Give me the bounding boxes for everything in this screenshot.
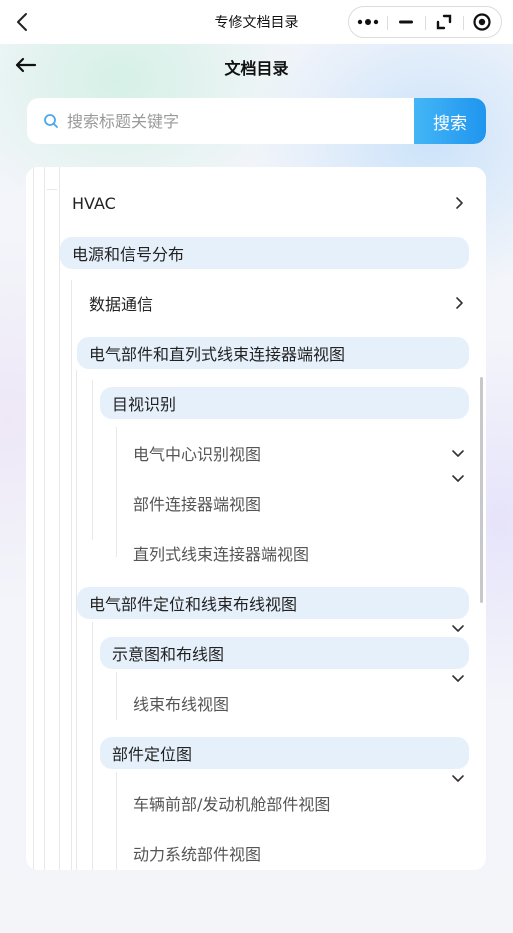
tree-guide-line (116, 427, 117, 557)
chevron-down-icon[interactable] (451, 771, 465, 785)
tree-item-label: 数据通信 (89, 295, 154, 314)
tree-item-connector-views[interactable]: 电气部件和直列式线束连接器端视图 (77, 337, 469, 369)
top-bar: 专修文档目录 (0, 0, 513, 44)
close-button[interactable] (463, 7, 501, 37)
tree-item-component-connector-views[interactable]: 部件连接器端视图 (121, 487, 469, 519)
tree-item-inline-connector-views[interactable]: 直列式线束连接器端视图 (121, 537, 469, 569)
scrollbar[interactable] (480, 377, 483, 603)
tree-item-label: 动力系统部件视图 (133, 845, 262, 864)
restore-button[interactable] (425, 7, 463, 37)
tree-item-label: 线束布线视图 (133, 695, 230, 714)
tree-guide-line (116, 672, 117, 720)
tree-item-component-locator[interactable]: 部件定位图 (100, 737, 469, 769)
chevron-right-icon (456, 297, 463, 309)
tree-guide-line (76, 370, 77, 870)
tree-item-data-comm[interactable]: 数据通信 (77, 287, 470, 319)
tree-item-visual-id[interactable]: 目视识别 (100, 387, 469, 419)
more-dots-icon (357, 19, 379, 25)
tree-item-label: 电气部件定位和线束布线视图 (89, 595, 298, 614)
chevron-down-icon[interactable] (451, 471, 465, 485)
tree-guide-line (71, 280, 72, 870)
tree-guide-line (92, 622, 93, 870)
tree-item-label: 电气中心识别视图 (133, 445, 262, 464)
tree-item-label: 部件定位图 (112, 745, 193, 764)
tree-item-front-engine-views[interactable]: 车辆前部/发动机舱部件视图 (121, 787, 469, 819)
tree-item-center-id-views[interactable]: 电气中心识别视图 (121, 437, 469, 469)
bottom-spacer (0, 870, 513, 933)
search-button[interactable]: 搜索 (414, 98, 486, 144)
document-tree: HVAC 电源和信号分布 数据通信 电气部件和直列式线束连接器端视图 目视识别 … (26, 167, 486, 870)
more-button[interactable] (349, 7, 387, 37)
minimize-icon (399, 20, 413, 24)
mini-program-capsule (348, 6, 502, 38)
restore-icon (436, 14, 452, 30)
tree-guide-line (44, 167, 45, 870)
search-bar: 搜索 (27, 98, 486, 144)
tree-item-hvac[interactable]: HVAC (72, 187, 470, 219)
tree-item-label: 直列式线束连接器端视图 (133, 545, 310, 564)
minimize-button[interactable] (387, 7, 425, 37)
tree-guide-line (92, 380, 93, 540)
tree-item-label: 电源和信号分布 (72, 245, 185, 264)
search-icon (44, 114, 58, 128)
tree-guide-tick (47, 189, 57, 190)
tree-item-label: 目视识别 (112, 395, 177, 414)
chevron-right-icon (456, 197, 463, 209)
tree-item-label: 示意图和布线图 (112, 645, 225, 664)
chevron-down-icon[interactable] (451, 671, 465, 685)
tree-item-label: HVAC (72, 193, 116, 213)
tree-guide-line (116, 772, 117, 870)
search-input[interactable] (67, 98, 437, 144)
tree-item-powertrain-views[interactable]: 动力系统部件视图 (121, 837, 469, 869)
tree-item-component-location[interactable]: 电气部件定位和线束布线视图 (77, 587, 469, 619)
tree-item-label: 部件连接器端视图 (133, 495, 262, 514)
tree-item-harness-routing[interactable]: 线束布线视图 (121, 687, 469, 719)
target-close-icon (473, 13, 491, 31)
tree-guide-line (59, 167, 60, 870)
chevron-down-icon[interactable] (451, 621, 465, 635)
tree-item-label: 车辆前部/发动机舱部件视图 (133, 795, 331, 814)
chevron-down-icon (452, 450, 464, 457)
tree-item-schematics-routing[interactable]: 示意图和布线图 (100, 637, 469, 669)
tree-item-power-signal[interactable]: 电源和信号分布 (60, 237, 469, 269)
tree-item-label: 电气部件和直列式线束连接器端视图 (89, 345, 346, 364)
tree-guide-line (33, 167, 34, 870)
page-title: 文档目录 (224, 59, 289, 78)
